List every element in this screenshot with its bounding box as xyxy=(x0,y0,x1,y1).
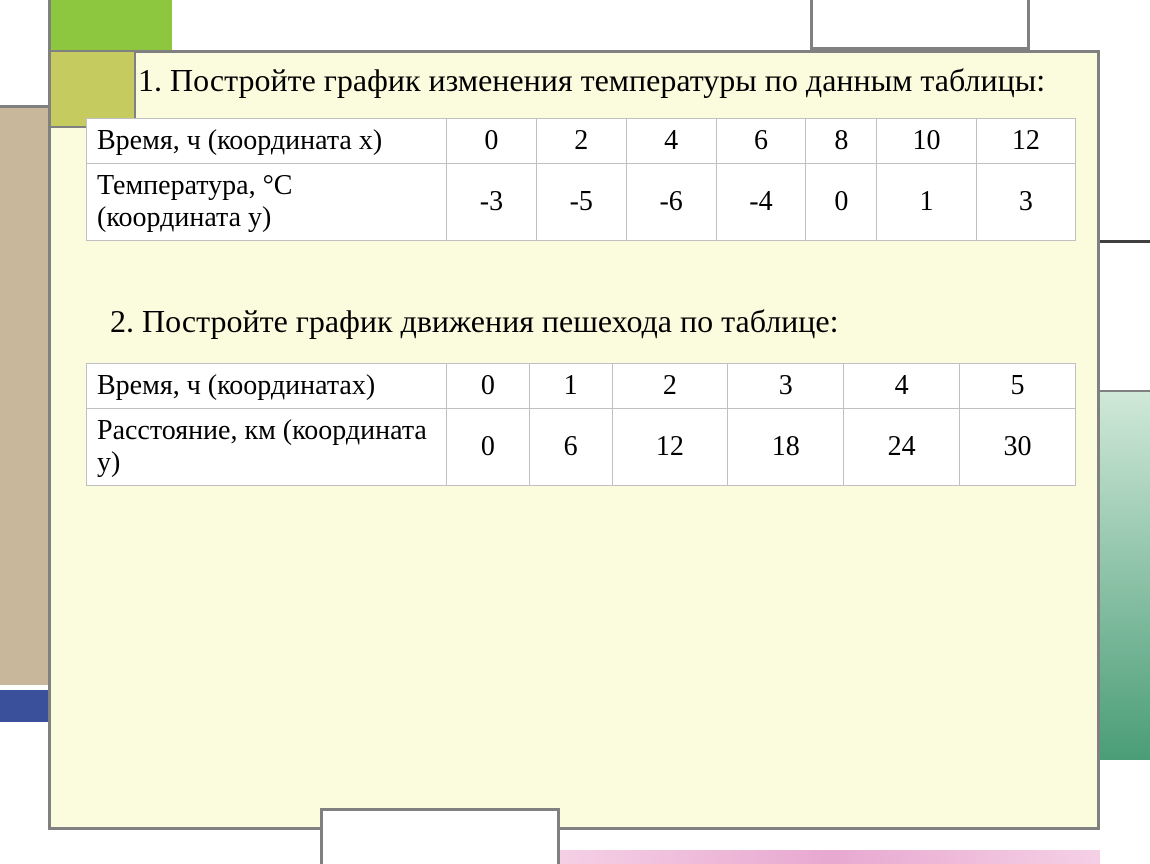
deco-green-top xyxy=(48,0,172,50)
table-row: Время, ч (координата х) 0 2 4 6 8 10 12 xyxy=(87,119,1076,164)
task2-y-0: 0 xyxy=(447,409,530,486)
task2-x-5: 5 xyxy=(960,364,1076,409)
task1-x-1: 2 xyxy=(536,119,626,164)
task1-y-3: -4 xyxy=(716,164,806,241)
task1-y-1: -5 xyxy=(536,164,626,241)
table-row: Температура, °С (координата у) -3 -5 -6 … xyxy=(87,164,1076,241)
deco-right-line xyxy=(1100,240,1150,243)
task2-x-0: 0 xyxy=(447,364,530,409)
task2-y-5: 30 xyxy=(960,409,1076,486)
task1-y-0: -3 xyxy=(447,164,537,241)
task1-x-6: 12 xyxy=(976,119,1075,164)
task1-row1-label: Время, ч (координата х) xyxy=(87,119,447,164)
task1-y-5: 1 xyxy=(877,164,976,241)
task2-x-2: 2 xyxy=(612,364,728,409)
task2-x-4: 4 xyxy=(844,364,960,409)
task1-table-wrap: Время, ч (координата х) 0 2 4 6 8 10 12 … xyxy=(86,118,1076,241)
task2-x-1: 1 xyxy=(529,364,612,409)
task1-y-2: -6 xyxy=(626,164,716,241)
table-row: Время, ч (координатах) 0 1 2 3 4 5 xyxy=(87,364,1076,409)
task1-x-5: 10 xyxy=(877,119,976,164)
task1-y-6: 3 xyxy=(976,164,1075,241)
task1-x-3: 6 xyxy=(716,119,806,164)
task2-y-4: 24 xyxy=(844,409,960,486)
task2-y-2: 12 xyxy=(612,409,728,486)
task2-text: 2. Постройте график движения пешехода по… xyxy=(94,301,1084,341)
task1-table: Время, ч (координата х) 0 2 4 6 8 10 12 … xyxy=(86,118,1076,241)
table-row: Расстояние, км (координата у) 0 6 12 18 … xyxy=(87,409,1076,486)
task1-row2-label: Температура, °С (координата у) xyxy=(87,164,447,241)
task1-x-4: 8 xyxy=(806,119,877,164)
deco-top-box xyxy=(810,0,1030,50)
deco-bottom-pink xyxy=(560,850,1100,864)
task1-text: 1. Постройте график изменения температур… xyxy=(94,60,1084,100)
task2-x-3: 3 xyxy=(728,364,844,409)
deco-beige-left xyxy=(0,105,48,685)
task2-row1-label: Время, ч (координатах) xyxy=(87,364,447,409)
task2-table-wrap: Время, ч (координатах) 0 1 2 3 4 5 Расст… xyxy=(86,363,1076,486)
task2-y-1: 6 xyxy=(529,409,612,486)
deco-blue-left xyxy=(0,690,48,722)
deco-right-green xyxy=(1100,390,1150,760)
task2-table: Время, ч (координатах) 0 1 2 3 4 5 Расст… xyxy=(86,363,1076,486)
task1-x-0: 0 xyxy=(447,119,537,164)
task2-y-3: 18 xyxy=(728,409,844,486)
slide-content: 1. Постройте график изменения температур… xyxy=(94,60,1084,486)
task1-x-2: 4 xyxy=(626,119,716,164)
task1-y-4: 0 xyxy=(806,164,877,241)
deco-bottom-box xyxy=(320,808,560,864)
task2-row2-label: Расстояние, км (координата у) xyxy=(87,409,447,486)
